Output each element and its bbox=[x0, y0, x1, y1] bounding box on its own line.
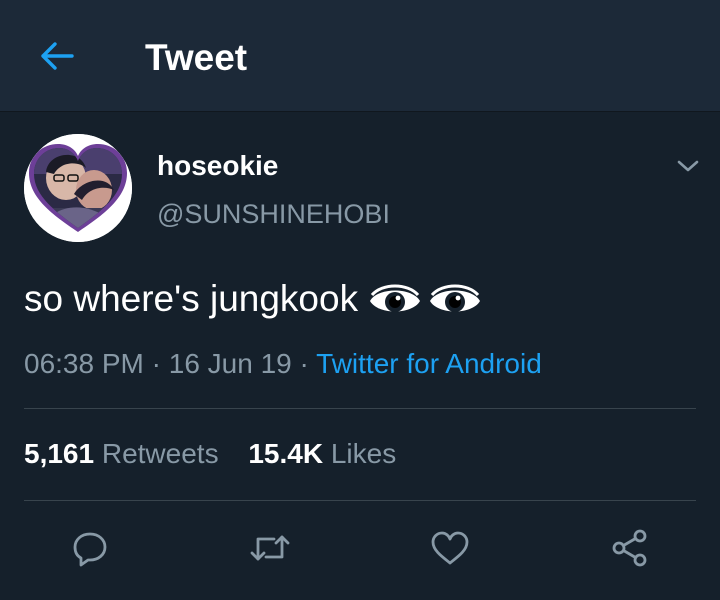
retweet-icon bbox=[250, 535, 290, 561]
divider bbox=[24, 500, 696, 501]
tweet-time: 06:38 PM bbox=[24, 348, 144, 379]
heart-icon bbox=[431, 531, 469, 565]
likes-stat[interactable]: 15.4K Likes bbox=[248, 438, 396, 469]
tweet-source-link[interactable]: Twitter for Android bbox=[316, 348, 542, 379]
eye-icon bbox=[370, 284, 421, 312]
emoji-group bbox=[368, 282, 488, 316]
retweets-count: 5,161 bbox=[24, 438, 95, 469]
tweet-action-bar bbox=[0, 524, 720, 572]
eye-icon bbox=[430, 284, 481, 312]
chevron-down-icon bbox=[677, 160, 699, 172]
retweets-label: Retweets bbox=[101, 438, 219, 469]
tweet-date: 16 Jun 19 bbox=[168, 348, 292, 379]
top-app-bar: Tweet bbox=[0, 0, 720, 112]
retweets-stat[interactable]: 5,161 Retweets bbox=[24, 438, 219, 469]
avatar[interactable] bbox=[24, 134, 132, 242]
share-icon bbox=[612, 529, 647, 567]
retweet-button[interactable] bbox=[246, 524, 294, 572]
tweet-options-button[interactable] bbox=[672, 150, 704, 182]
reply-icon bbox=[73, 532, 107, 567]
tweet-metadata: 06:38 PM · 16 Jun 19 · Twitter for Andro… bbox=[24, 346, 542, 382]
likes-count: 15.4K bbox=[248, 438, 324, 469]
like-button[interactable] bbox=[426, 524, 474, 572]
reply-button[interactable] bbox=[66, 524, 114, 572]
author-handle[interactable]: @SUNSHINEHOBI bbox=[157, 196, 390, 232]
likes-label: Likes bbox=[330, 438, 397, 469]
back-button[interactable] bbox=[34, 36, 78, 76]
heart-photo-avatar-image bbox=[24, 134, 132, 242]
page-title: Tweet bbox=[145, 37, 248, 78]
tweet-stats: 5,161 Retweets 15.4K Likes bbox=[24, 436, 418, 472]
meta-separator: · bbox=[143, 348, 169, 379]
divider bbox=[24, 408, 696, 409]
meta-separator: · bbox=[291, 348, 317, 379]
tweet-body: so where's jungkook bbox=[24, 275, 488, 323]
author-display-name[interactable]: hoseokie bbox=[157, 148, 278, 184]
tweet-text: so where's jungkook bbox=[24, 278, 359, 319]
share-button[interactable] bbox=[606, 524, 654, 572]
arrow-left-icon bbox=[41, 42, 74, 70]
